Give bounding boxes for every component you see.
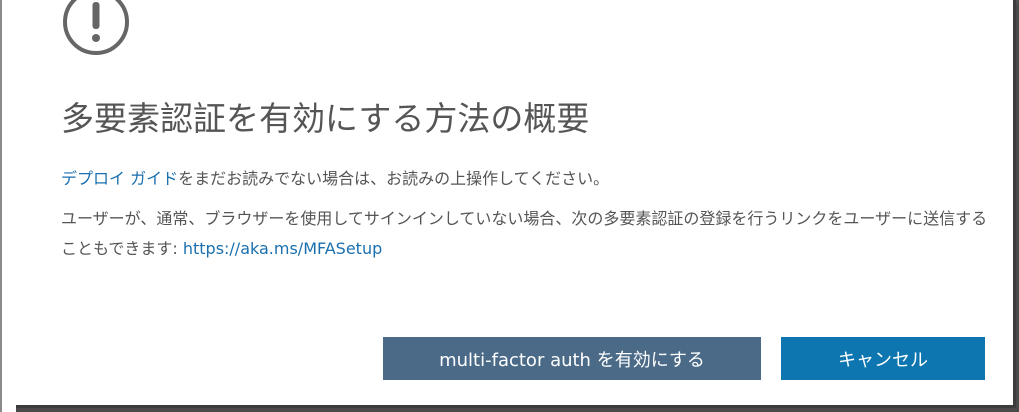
mfa-dialog: 多要素認証を有効にする方法の概要 デプロイ ガイドをまだお読みでない場合は、お読… — [16, 0, 1016, 408]
enable-mfa-button[interactable]: multi-factor auth を有効にする — [383, 337, 761, 380]
backdrop-left-edge — [0, 0, 2, 412]
mfa-setup-paragraph: ユーザーが、通常、ブラウザーを使用してサインインしていない場合、次の多要素認証の… — [61, 204, 996, 264]
cancel-button[interactable]: キャンセル — [781, 337, 985, 380]
deploy-guide-link[interactable]: デプロイ ガイド — [61, 169, 178, 188]
backdrop-left — [0, 0, 16, 412]
deploy-guide-paragraph: デプロイ ガイドをまだお読みでない場合は、お読みの上操作してください。 — [61, 164, 609, 194]
exclamation-circle-icon — [63, 0, 129, 55]
mfa-setup-link[interactable]: https://aka.ms/MFASetup — [183, 239, 382, 258]
dialog-title: 多要素認証を有効にする方法の概要 — [61, 99, 590, 138]
deploy-guide-text: をまだお読みでない場合は、お読みの上操作してください。 — [178, 169, 610, 188]
